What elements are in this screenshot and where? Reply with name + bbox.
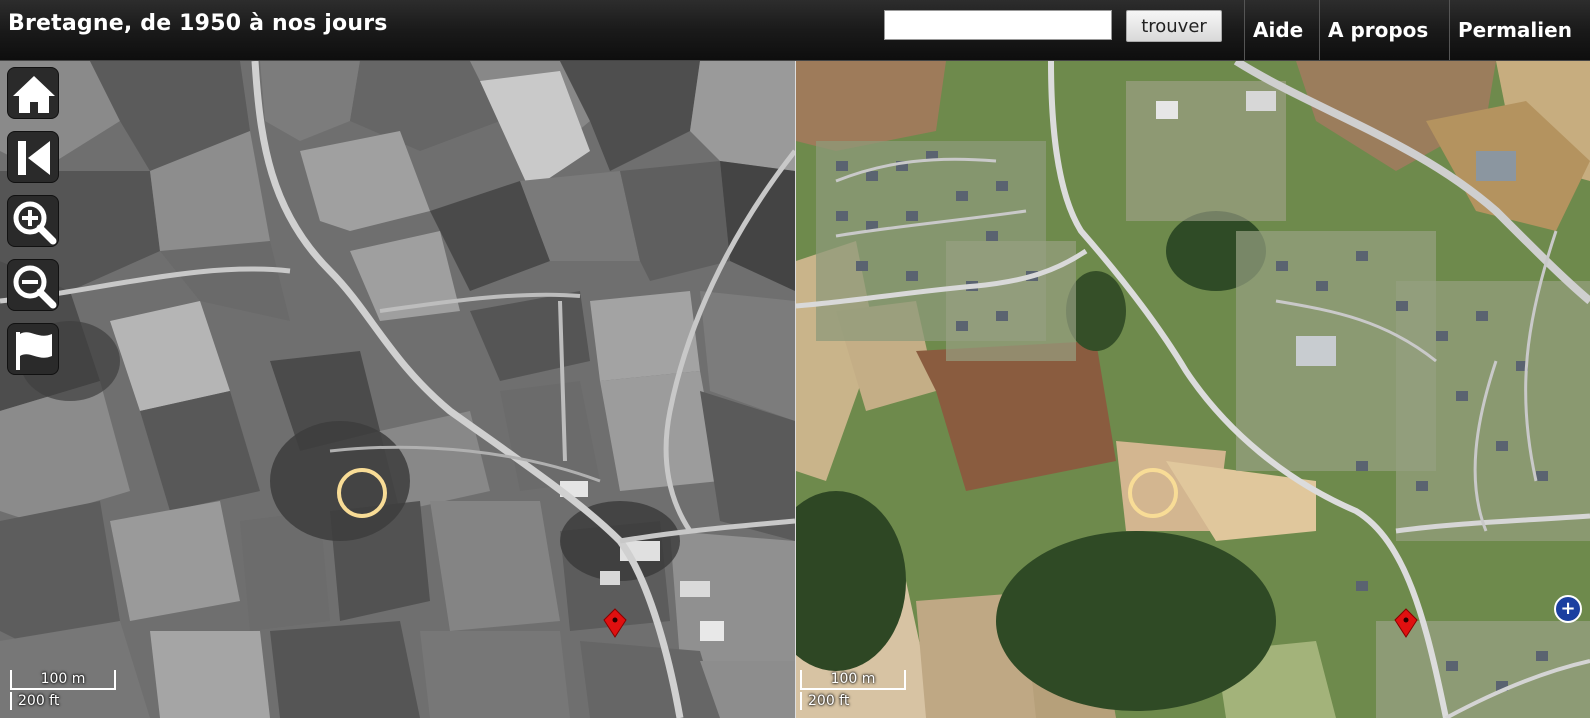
nav-aide-link[interactable]: Aide (1244, 0, 1319, 60)
previous-extent-icon (18, 141, 50, 175)
location-ring-marker (1128, 468, 1178, 518)
scale-imperial-label: 200 ft (808, 693, 850, 709)
scale-imperial-label: 200 ft (18, 693, 60, 709)
scale-bar-metric: 100 m (10, 670, 116, 690)
scale-bar-imperial: 200 ft (800, 692, 866, 710)
historical-aerial-imagery (0, 61, 795, 718)
current-aerial-imagery (796, 61, 1590, 718)
flag-button[interactable] (7, 323, 59, 375)
zoom-out-button[interactable] (7, 259, 59, 311)
zoom-out-icon (13, 265, 57, 309)
home-icon (13, 76, 55, 113)
zoom-in-button[interactable] (7, 195, 59, 247)
scale-bar-imperial: 200 ft (10, 692, 76, 710)
scale-metric-label: 100 m (40, 671, 86, 687)
zoom-in-icon (13, 201, 57, 245)
historical-map[interactable]: 100 m 200 ft (0, 61, 795, 718)
search-button[interactable]: trouver (1126, 10, 1222, 42)
nav-permalien-link[interactable]: Permalien (1449, 0, 1590, 60)
scale-bar-metric: 100 m (800, 670, 906, 690)
current-map[interactable]: + 100 m 200 ft (796, 61, 1590, 718)
previous-extent-button[interactable] (7, 131, 59, 183)
flag-icon (16, 332, 52, 370)
scale-metric-label: 100 m (830, 671, 876, 687)
search-input[interactable] (884, 10, 1112, 40)
plus-icon[interactable]: + (1554, 595, 1582, 623)
map-pin-icon[interactable] (602, 606, 628, 638)
location-ring-marker (337, 468, 387, 518)
page-title: Bretagne, de 1950 à nos jours (8, 11, 388, 36)
nav-apropos-link[interactable]: A propos (1319, 0, 1449, 60)
home-button[interactable] (7, 67, 59, 119)
map-pin-icon[interactable] (1393, 606, 1419, 638)
top-bar: Bretagne, de 1950 à nos jours trouver Ai… (0, 0, 1590, 61)
